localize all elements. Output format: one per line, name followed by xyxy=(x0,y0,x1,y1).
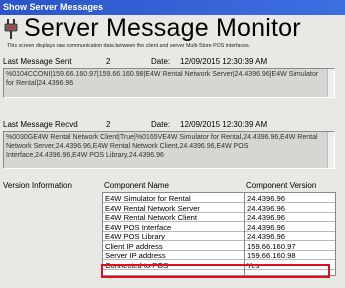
sent-message-box[interactable]: %0104CCONI|159.66.160.97|159.66.160.98|E… xyxy=(3,68,335,98)
version-row-value: 24.4396.96 xyxy=(245,223,335,232)
last-sent-label: Last Message Sent xyxy=(3,57,72,66)
version-row-name: Client IP address xyxy=(103,242,244,251)
version-row-value: 24.4396.96 xyxy=(245,194,335,203)
sent-date-label: Date: xyxy=(151,57,171,66)
version-row-value: 24.4396.96 xyxy=(245,232,335,241)
recvd-date-value: 12/09/2015 12:30:39 AM xyxy=(180,120,268,129)
version-row-name: E4W Rental Network Server xyxy=(103,204,244,213)
recvd-date-label: Date: xyxy=(151,120,171,129)
version-row-value: 24.4396.96 xyxy=(245,213,335,222)
plug-icon xyxy=(4,19,18,39)
version-info-label: Version Information xyxy=(3,181,72,190)
sent-date-value: 12/09/2015 12:30:39 AM xyxy=(180,57,268,66)
sent-message-scrollbar[interactable] xyxy=(327,69,334,97)
sent-message-text: %0104CCONI|159.66.160.97|159.66.160.98|E… xyxy=(6,71,319,87)
version-row-name: E4W POS Library xyxy=(103,232,244,241)
window-titlebar: Show Server Messages xyxy=(0,0,345,15)
window-title: Show Server Messages xyxy=(3,2,104,12)
connected-highlight-box xyxy=(101,264,330,278)
version-row-value: 24.4396.96 xyxy=(245,204,335,213)
version-row-name: Server IP address xyxy=(103,251,244,260)
version-row-value: 159.66.160.98 xyxy=(245,251,335,260)
recvd-message-box[interactable]: %0030GE4W Rental Network Client|True|%01… xyxy=(3,131,335,169)
component-version-header: Component Version xyxy=(246,181,317,190)
version-row-name: E4W POS Interface xyxy=(103,223,244,232)
version-row-value: 159.66.160.97 xyxy=(245,242,335,251)
version-row-name: E4W Simulator for Rental xyxy=(103,194,244,203)
last-recvd-label: Last Message Recvd xyxy=(3,120,78,129)
component-name-header: Component Name xyxy=(104,181,169,190)
recvd-count: 2 xyxy=(106,120,111,129)
version-row-name: E4W Rental Network Client xyxy=(103,213,244,222)
sent-count: 2 xyxy=(106,57,111,66)
page-subtitle: This screen displays raw communication d… xyxy=(7,43,251,49)
page-title: Server Message Monitor xyxy=(24,14,301,42)
recvd-message-text: %0030GE4W Rental Network Client|True|%01… xyxy=(6,134,318,159)
recvd-message-scrollbar[interactable] xyxy=(327,132,334,168)
